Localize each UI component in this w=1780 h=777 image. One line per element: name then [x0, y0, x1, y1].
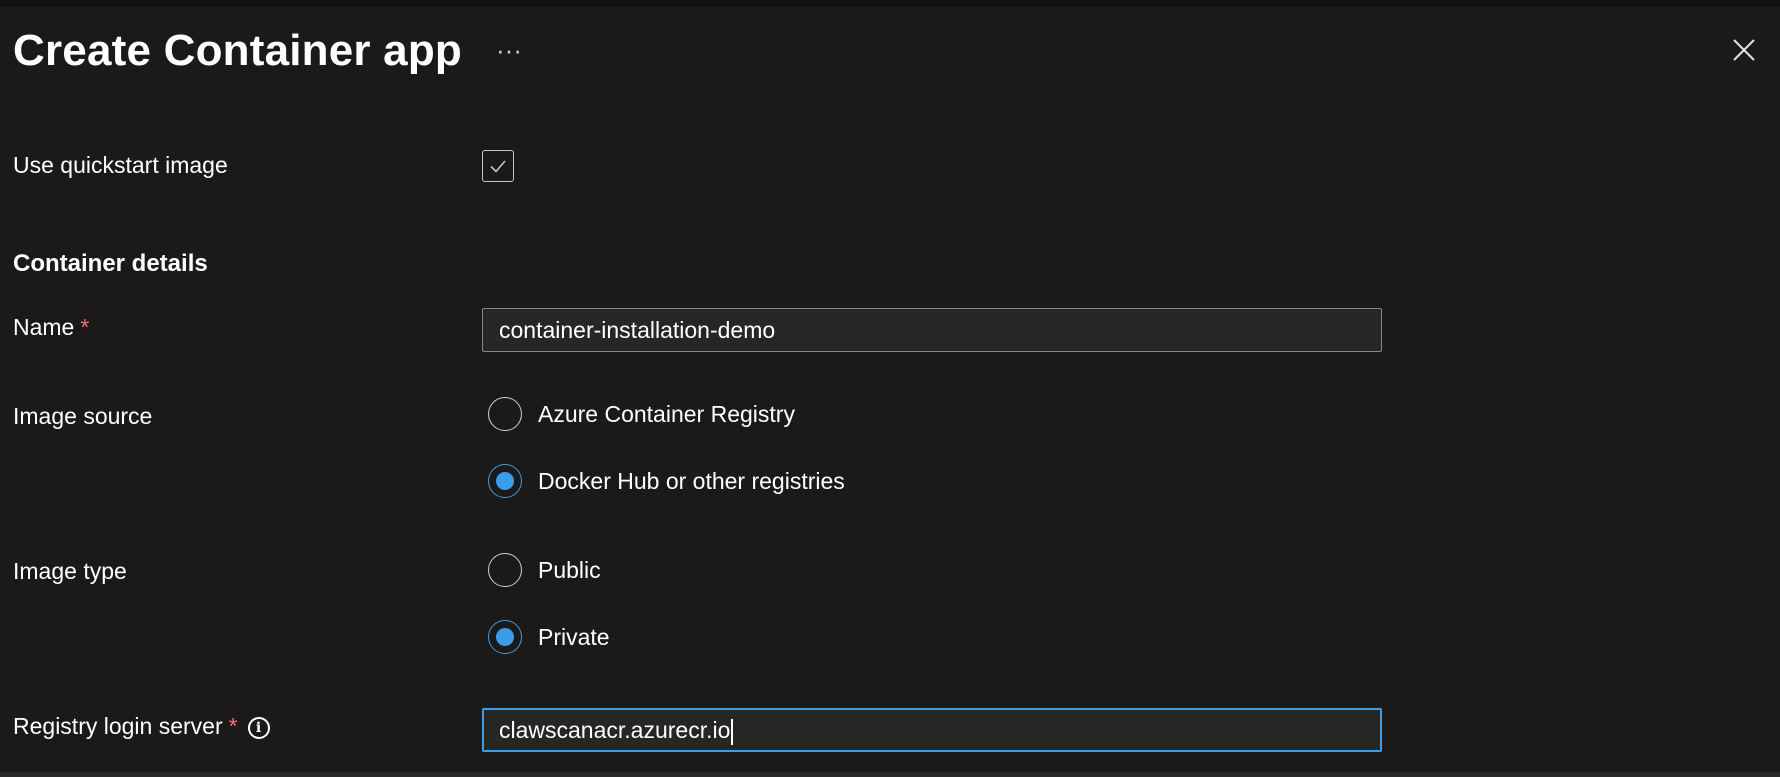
- text-caret: [731, 718, 733, 745]
- checkmark-icon: [490, 160, 506, 173]
- radio-button-checked[interactable]: [488, 620, 522, 654]
- bottom-divider: [0, 772, 1780, 777]
- image-type-label: Image type: [13, 558, 127, 584]
- required-marker: *: [228, 713, 238, 739]
- radio-dot: [496, 628, 514, 646]
- registry-login-server-label: Registry login server * i: [13, 711, 270, 741]
- name-label: Name *: [13, 312, 89, 342]
- radio-azure-container-registry[interactable]: Azure Container Registry: [488, 394, 795, 434]
- radio-docker-hub[interactable]: Docker Hub or other registries: [488, 461, 845, 501]
- radio-label: Private: [538, 623, 610, 650]
- radio-label: Docker Hub or other registries: [538, 467, 845, 494]
- radio-private[interactable]: Private: [488, 617, 610, 657]
- close-button[interactable]: [1726, 32, 1762, 68]
- radio-button-unchecked[interactable]: [488, 553, 522, 587]
- top-strip: [0, 0, 1780, 7]
- radio-button-unchecked[interactable]: [488, 397, 522, 431]
- close-icon: [1733, 39, 1755, 61]
- registry-login-server-value: clawscanacr.azurecr.io: [499, 717, 731, 743]
- radio-dot: [496, 472, 514, 490]
- quickstart-label: Use quickstart image: [13, 152, 228, 178]
- required-marker: *: [80, 314, 90, 340]
- container-details-heading: Container details: [13, 250, 208, 277]
- registry-label-text: Registry login server: [13, 713, 223, 739]
- more-options-button[interactable]: ···: [494, 30, 524, 70]
- radio-public[interactable]: Public: [488, 550, 601, 590]
- radio-button-checked[interactable]: [488, 464, 522, 498]
- name-input[interactable]: [482, 308, 1382, 352]
- quickstart-checkbox[interactable]: [482, 150, 514, 182]
- image-source-label: Image source: [13, 403, 153, 429]
- radio-label: Azure Container Registry: [538, 400, 795, 427]
- registry-login-server-input[interactable]: clawscanacr.azurecr.io: [482, 708, 1382, 752]
- info-icon[interactable]: i: [247, 716, 270, 739]
- name-label-text: Name: [13, 314, 75, 340]
- page-title: Create Container app: [13, 26, 462, 75]
- radio-label: Public: [538, 556, 601, 583]
